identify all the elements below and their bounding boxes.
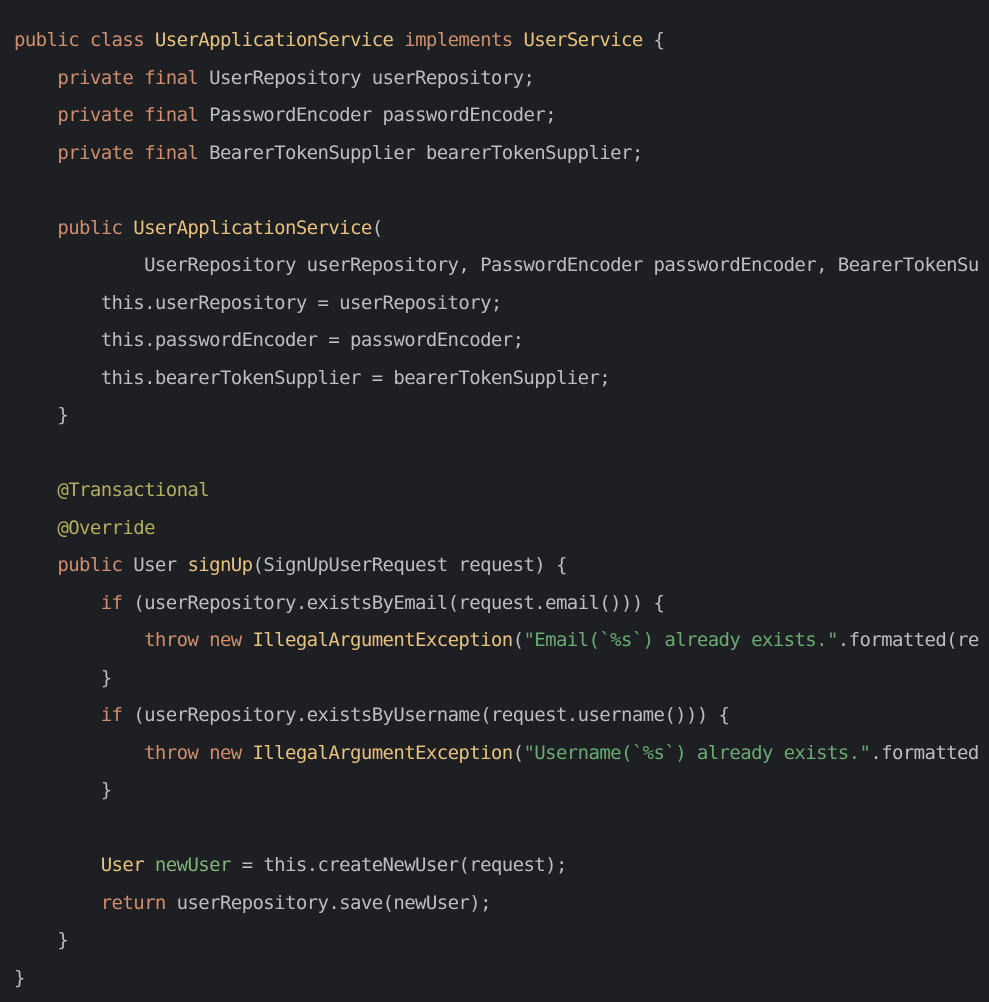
code-token: private final (14, 66, 210, 89)
code-token: @Override (14, 516, 155, 539)
code-line[interactable]: this.passwordEncoder = passwordEncoder; (14, 322, 979, 360)
code-token: "Username(`%s`) already exists." (523, 741, 871, 764)
code-line[interactable]: private final BearerTokenSupplier bearer… (14, 135, 979, 173)
code-token: if (14, 704, 134, 726)
code-token: implements (393, 29, 524, 51)
code-token: this.bearerTokenSupplier = bearerTokenSu… (14, 366, 611, 389)
code-block[interactable]: public class UserApplicationService impl… (14, 22, 979, 997)
code-token: } (14, 929, 69, 951)
code-line[interactable] (14, 172, 979, 210)
code-line[interactable] (14, 810, 979, 848)
code-line[interactable]: throw new IllegalArgumentException("User… (14, 735, 979, 773)
code-token: .formatted(re (837, 629, 980, 651)
code-token: return (14, 891, 177, 914)
code-line[interactable]: } (14, 660, 979, 698)
code-line[interactable] (14, 435, 979, 473)
code-editor[interactable]: public class UserApplicationService impl… (0, 0, 989, 1002)
code-line[interactable]: if (userRepository.existsByEmail(request… (14, 585, 979, 623)
code-line[interactable]: @Override (14, 510, 979, 548)
code-line[interactable]: throw new IllegalArgumentException("Emai… (14, 622, 979, 660)
code-token: this.passwordEncoder = passwordEncoder; (14, 329, 524, 351)
code-line[interactable]: User newUser = this.createNewUser(reques… (14, 847, 979, 885)
code-token: public (14, 216, 134, 239)
code-token: { (642, 29, 665, 51)
code-token: private final (14, 141, 210, 164)
code-token: if (14, 591, 134, 614)
code-line[interactable]: private final PasswordEncoder passwordEn… (14, 97, 979, 135)
code-token: public (14, 554, 134, 576)
code-token: @Transactional (14, 479, 210, 501)
code-line[interactable]: if (userRepository.existsByUsername(requ… (14, 697, 979, 735)
code-line[interactable]: this.bearerTokenSupplier = bearerTokenSu… (14, 360, 979, 398)
code-token: (userRepository.existsByUsername(request… (133, 704, 730, 726)
code-token: User (133, 554, 188, 576)
code-line[interactable]: @Transactional (14, 472, 979, 510)
code-token: ( (512, 741, 524, 764)
code-line[interactable]: } (14, 922, 979, 960)
code-token: UserRepository userRepository; (209, 66, 535, 89)
code-token: UserService (523, 29, 643, 51)
code-token: signUp (187, 554, 253, 576)
code-token: PasswordEncoder passwordEncoder; (209, 104, 556, 126)
code-token: "Email(`%s`) already exists." (523, 629, 838, 651)
code-token: User (14, 854, 155, 876)
code-line[interactable]: public User signUp(SignUpUserRequest req… (14, 547, 979, 585)
code-token: throw new (14, 629, 253, 651)
code-token: } (14, 966, 25, 989)
code-token: } (14, 666, 112, 689)
code-token: IllegalArgumentException (252, 629, 513, 651)
code-token: IllegalArgumentException (252, 741, 513, 764)
code-line[interactable]: } (14, 772, 979, 810)
code-line[interactable]: this.userRepository = userRepository; (14, 285, 979, 323)
code-token: } (14, 779, 112, 801)
code-line[interactable]: UserRepository userRepository, PasswordE… (14, 247, 979, 285)
code-token: ( (371, 216, 383, 239)
code-token: } (14, 404, 69, 426)
code-line[interactable]: private final UserRepository userReposit… (14, 60, 979, 98)
code-line[interactable]: public class UserApplicationService impl… (14, 22, 979, 60)
code-token: UserApplicationService (133, 216, 372, 239)
code-line[interactable]: public UserApplicationService( (14, 210, 979, 248)
code-token: (SignUpUserRequest request) { (252, 554, 567, 576)
code-token: userRepository.save(newUser); (176, 891, 492, 914)
code-token: ( (512, 629, 524, 651)
code-token: private final (14, 104, 210, 126)
code-line[interactable]: return userRepository.save(newUser); (14, 885, 979, 923)
code-token: newUser (154, 854, 231, 876)
code-token: UserApplicationService (154, 29, 394, 51)
code-token: public class (14, 29, 155, 51)
code-token: BearerTokenSupplier bearerTokenSupplier; (209, 141, 643, 164)
code-token: .formatted (870, 741, 979, 764)
code-line[interactable]: } (14, 397, 979, 435)
code-line[interactable]: } (14, 960, 979, 998)
code-token: throw new (14, 741, 253, 764)
code-token: UserRepository userRepository, PasswordE… (14, 254, 979, 276)
code-token: this.userRepository = userRepository; (14, 291, 503, 314)
code-token: (userRepository.existsByEmail(request.em… (133, 591, 665, 614)
code-token: = this.createNewUser(request); (230, 854, 568, 876)
